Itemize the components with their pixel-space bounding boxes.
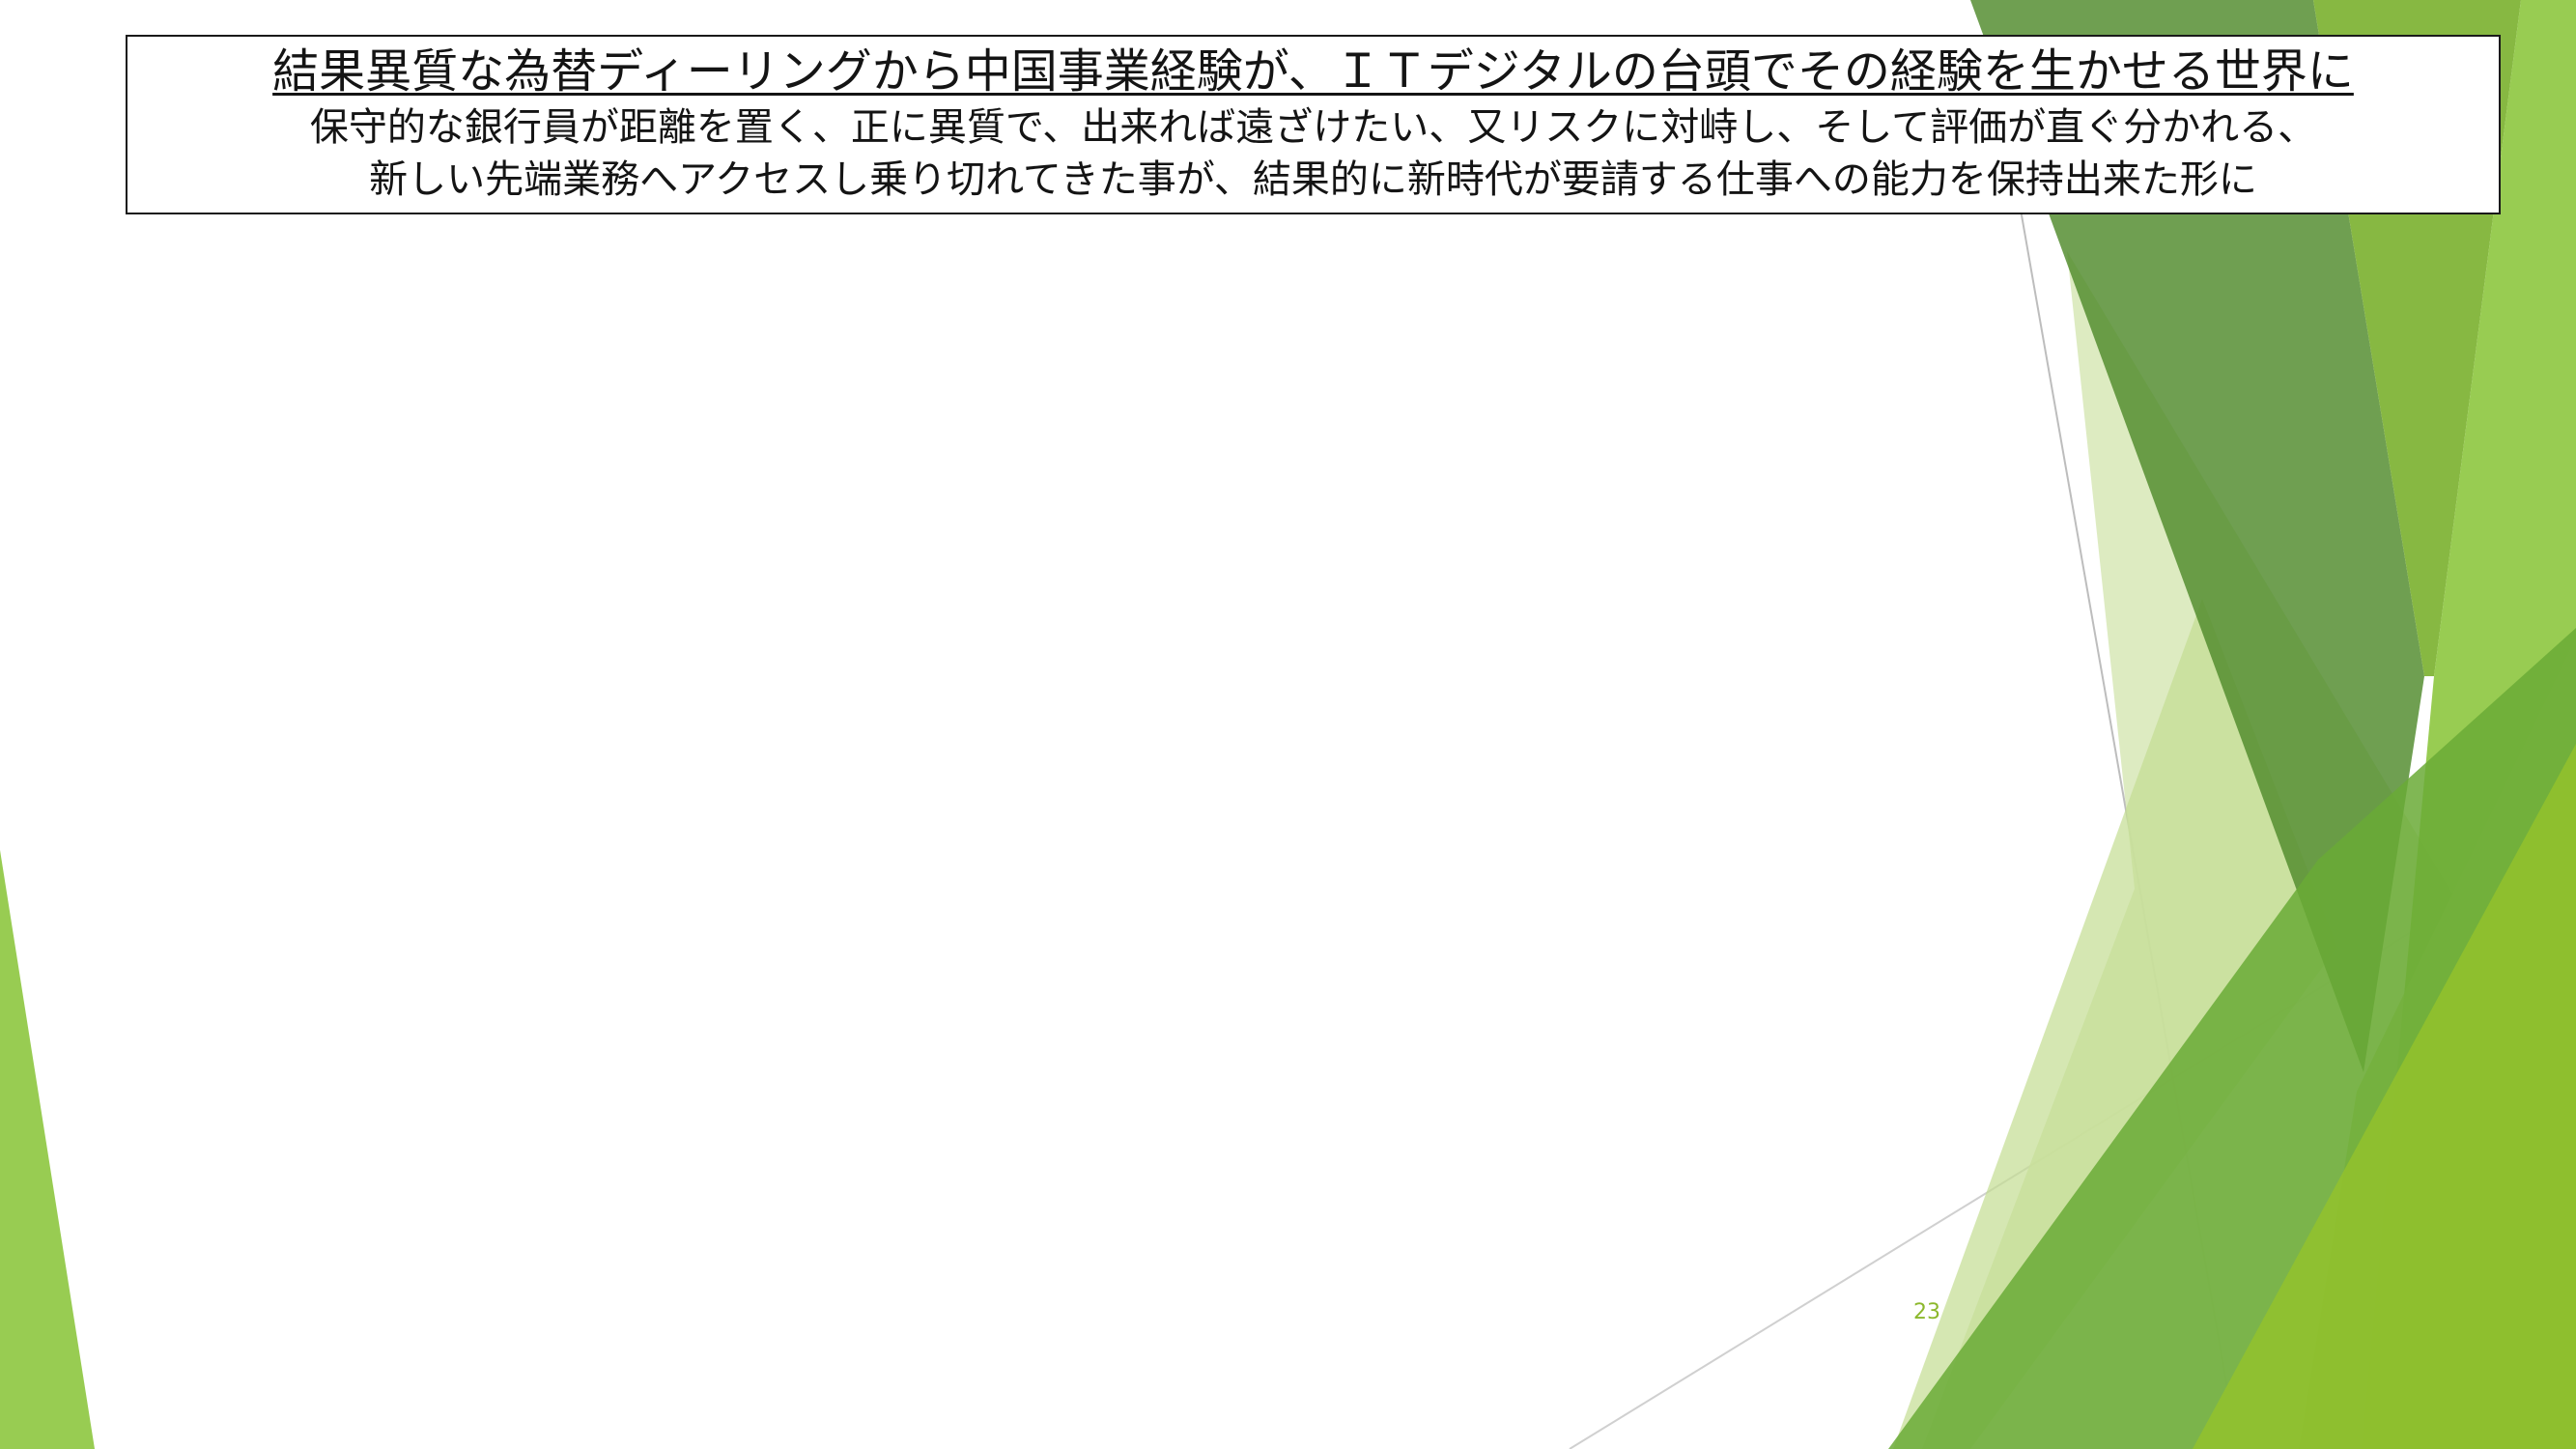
decorative-green-shapes (0, 0, 2576, 1449)
page-number: 23 (1913, 1300, 1940, 1324)
title-line: 結果異質な為替ディーリングから中国事業経験が、ＩＴデジタルの台頭でその経験を生か… (127, 43, 2499, 100)
slide: 結果異質な為替ディーリングから中国事業経験が、ＩＴデジタルの台頭でその経験を生か… (0, 0, 2576, 1449)
body-line-1: 保守的な銀行員が距離を置く、正に異質で、出来れば遠ざけたい、又リスクに対峙し、そ… (309, 105, 2317, 150)
title-text-box: 結果異質な為替ディーリングから中国事業経験が、ＩＴデジタルの台頭でその経験を生か… (126, 35, 2501, 214)
left-green-sliver (0, 850, 95, 1449)
title-line-text: 結果異質な為替ディーリングから中国事業経験が、ＩＴデジタルの台頭でその経験を生か… (272, 44, 2354, 99)
body-line-2: 新しい先端業務へアクセスし乗り切れてきた事が、結果的に新時代が要請する仕事への能… (369, 157, 2257, 202)
